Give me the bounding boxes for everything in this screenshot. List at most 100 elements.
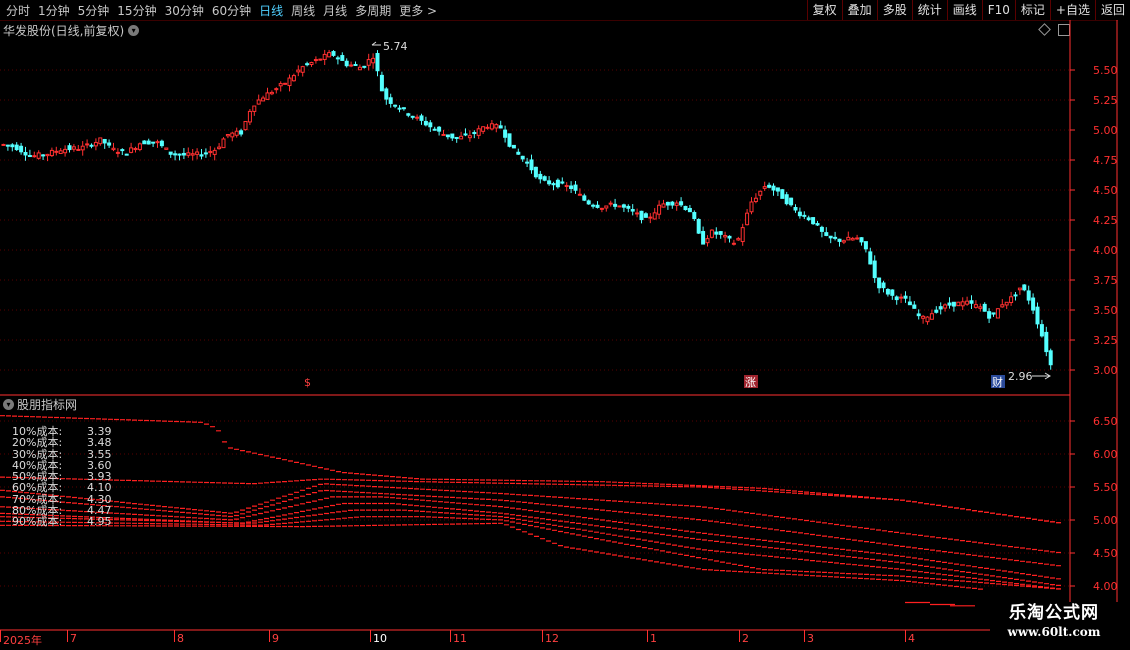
y-tick-label: 4.50 <box>1093 547 1118 560</box>
candle-body <box>503 129 508 138</box>
candle-body <box>203 152 208 155</box>
candle-body <box>577 193 582 196</box>
candle-body <box>80 145 85 151</box>
candle-body <box>608 202 613 205</box>
candle-body <box>881 282 886 289</box>
candle-body <box>903 295 908 299</box>
candle-body <box>943 304 948 309</box>
candle-body <box>335 57 340 60</box>
legend-row: 90%成本: 4.95 <box>12 516 127 528</box>
x-axis-label: 2 <box>742 632 749 645</box>
candle-body <box>168 151 173 155</box>
candle-body <box>225 134 230 137</box>
candle-body <box>771 185 776 191</box>
candle-body <box>362 65 367 68</box>
x-axis-tick <box>450 630 451 642</box>
candle-body <box>661 203 666 208</box>
candle-body <box>159 140 164 147</box>
y-tick-label: 3.50 <box>1093 304 1118 317</box>
candle-body <box>129 147 134 153</box>
candle-body <box>366 59 371 66</box>
candle-body <box>687 207 692 213</box>
candle-body <box>643 213 648 218</box>
candle-body <box>630 209 635 212</box>
candle-body <box>489 123 494 130</box>
candle-body <box>322 53 327 60</box>
candle-body <box>595 204 600 208</box>
candle-body <box>973 304 978 308</box>
y-tick-label: 4.00 <box>1093 580 1118 593</box>
cost-legend: 10%成本: 3.39 20%成本: 3.48 30%成本: 3.55 40%成本: 3.60… <box>12 426 127 528</box>
candle-body <box>833 236 838 239</box>
candle-body <box>265 92 270 100</box>
candle-body <box>758 190 763 196</box>
watermark-logo: 乐淘公式网 www.60lt.com <box>990 602 1118 644</box>
candle-body <box>54 150 59 153</box>
candle-body <box>217 146 222 150</box>
candle-body <box>811 217 816 225</box>
watermark-name: 乐淘公式网 <box>1009 603 1099 623</box>
candle-body <box>885 288 890 295</box>
candle-body <box>718 231 723 235</box>
candle-body <box>344 60 349 67</box>
candle-body <box>41 154 46 157</box>
candle-body <box>71 146 76 150</box>
y-tick-label: 5.50 <box>1093 481 1118 494</box>
candle-body <box>19 145 24 153</box>
candle-body <box>98 137 103 145</box>
candle-body <box>652 212 657 220</box>
y-tick-label: 4.25 <box>1093 214 1118 227</box>
candle-body <box>445 134 450 138</box>
y-tick-label: 4.50 <box>1093 184 1118 197</box>
candle-body <box>494 124 499 129</box>
candle-body <box>459 135 464 140</box>
candle-body <box>410 115 415 118</box>
candle-body <box>586 200 591 205</box>
event-marker[interactable]: 财 <box>992 375 1003 389</box>
candle-body <box>648 216 653 219</box>
candle-body <box>327 52 332 58</box>
candle-body <box>454 136 459 139</box>
candle-body <box>14 144 19 151</box>
event-marker[interactable]: 涨 <box>745 376 756 389</box>
candle-body <box>283 82 288 85</box>
candle-body <box>300 66 305 73</box>
candle-body <box>846 236 851 241</box>
candle-body <box>978 306 983 309</box>
candle-body <box>173 153 178 156</box>
candle-body <box>542 176 547 181</box>
candle-body <box>824 232 829 236</box>
candle-body <box>142 140 147 145</box>
candle-body <box>318 58 323 61</box>
legend-row: 20%成本: 3.48 <box>12 437 127 449</box>
candle-body <box>151 141 156 144</box>
candle-body <box>450 133 455 139</box>
candle-body <box>819 226 824 232</box>
candle-body <box>1022 284 1027 291</box>
candle-body <box>639 210 644 221</box>
candle-body <box>621 204 626 208</box>
candle-body <box>841 240 846 243</box>
candle-body <box>199 154 204 157</box>
candle-body <box>261 97 266 102</box>
candle-body <box>907 301 912 306</box>
candle-body <box>674 202 679 206</box>
candle-body <box>93 141 98 147</box>
candle-body <box>1009 296 1014 304</box>
candle-body <box>195 151 200 155</box>
candle-body <box>762 186 767 189</box>
candle-body <box>938 306 943 310</box>
y-tick-label: 6.50 <box>1093 415 1118 428</box>
candle-body <box>692 212 697 220</box>
candle-body <box>850 237 855 241</box>
event-marker[interactable]: $ <box>304 376 311 389</box>
candle-body <box>547 180 552 185</box>
x-axis-label: 1 <box>650 632 657 645</box>
kline-chart: 5.50 5.25 5.00 4.75 4.50 4.25 4.00 3.75 3.50 3.25… <box>0 20 1118 631</box>
candle-body <box>635 212 640 215</box>
candle-body <box>872 260 877 279</box>
watermark-url: www.60lt.com <box>1007 625 1101 639</box>
candle-body <box>239 130 244 135</box>
candle-body <box>965 300 970 305</box>
x-axis-label: 2025年 <box>3 634 42 647</box>
